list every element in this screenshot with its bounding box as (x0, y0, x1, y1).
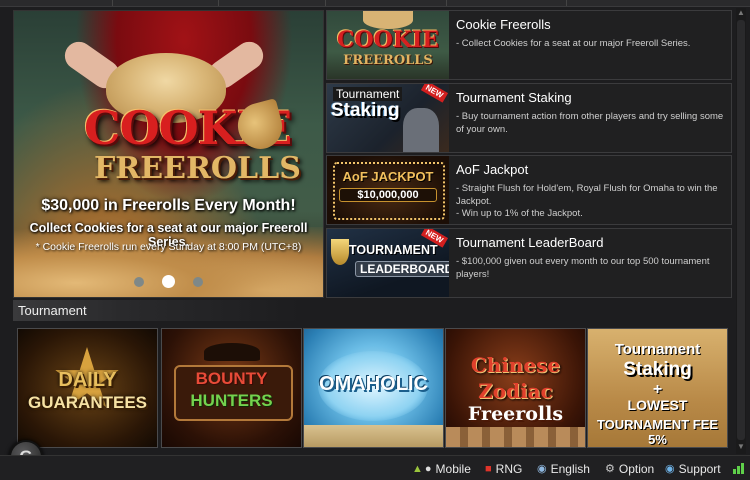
hero-footnote: * Cookie Freerolls run every Sunday at 8… (35, 241, 302, 253)
footer-support[interactable]: ◉ Support (665, 461, 721, 476)
footer-label: English (550, 461, 590, 476)
promo-item-cookie-freerolls[interactable]: COOKIE FREEROLLS Cookie Freerolls - Coll… (326, 10, 732, 80)
footer-label: Option (618, 461, 655, 476)
hero-headline: $30,000 in Freerolls Every Month! (41, 197, 296, 214)
footer-option[interactable]: ⚙ Option (605, 461, 655, 476)
promo-desc-line: - Straight Flush for Hold'em, Royal Flus… (456, 183, 718, 207)
tile-text: Tournament (614, 341, 701, 358)
tab-divider (566, 0, 567, 6)
scroll-down-arrow-icon[interactable]: ▼ (736, 442, 746, 452)
tournament-tiles: DAILY GUARANTEES BOUNTY HUNTERS OMAHOLIC… (17, 328, 730, 448)
tile-text: Staking (623, 359, 692, 380)
globe-icon: ◉ (537, 463, 547, 476)
tile-omaholic[interactable]: OMAHOLIC (303, 328, 444, 448)
thumb-text: Staking (331, 100, 400, 121)
footer-rng[interactable]: ■ RNG (485, 461, 523, 476)
promo-desc-line: - Collect Cookies for a seat at our majo… (456, 38, 691, 49)
promo-item-tournament-leaderboard[interactable]: TOURNAMENT LEADERBOARD NEW Tournament Le… (326, 228, 732, 298)
tile-text: GUARANTEES (27, 393, 147, 412)
thumb-text: AoF JACKPOT (342, 169, 434, 184)
footer-label: Mobile (435, 461, 471, 476)
tile-text: Chinese (470, 353, 561, 377)
tile-text: HUNTERS (190, 391, 273, 410)
tab-divider (112, 0, 113, 6)
trophy-icon (331, 239, 349, 265)
zodiac-animals (446, 427, 585, 447)
tile-text: Zodiac (478, 379, 553, 403)
promo-title: Tournament LeaderBoard (456, 235, 604, 250)
carousel-dot-2[interactable] (162, 275, 175, 289)
signal-strength-icon (733, 460, 747, 474)
tournament-section-header: Tournament (13, 300, 730, 321)
thumb-text: LEADERBOARD (355, 261, 449, 277)
sand-strip (304, 425, 443, 447)
tile-text: OMAHOLIC (319, 373, 428, 395)
apple-icon: ● (424, 462, 432, 475)
tab-divider (218, 0, 219, 6)
tile-text: LOWEST (627, 397, 688, 413)
tab-divider (446, 0, 447, 6)
support-icon: ◉ (665, 463, 675, 476)
promo-description: - $100,000 given out every month to our … (456, 256, 728, 281)
mobile-icon: ▲ (412, 462, 423, 475)
promo-thumbnail: TOURNAMENT LEADERBOARD NEW (327, 229, 449, 297)
footer-label: RNG (495, 461, 523, 476)
tile-text: BOUNTY (195, 369, 268, 388)
footer-language[interactable]: ◉ English (537, 461, 590, 476)
gear-icon: ⚙ (605, 463, 615, 476)
carousel-dot-3[interactable] (193, 276, 203, 287)
promo-thumbnail: AoF JACKPOT $10,000,000 (327, 156, 449, 224)
promo-title: AoF Jackpot (456, 162, 529, 177)
thumb-text: TOURNAMENT (349, 243, 438, 257)
tile-text: DAILY (58, 369, 117, 391)
new-badge: NEW (421, 84, 449, 103)
promo-thumbnail: COOKIE FREEROLLS (327, 11, 449, 79)
tile-daily-guarantees[interactable]: DAILY GUARANTEES (17, 328, 158, 448)
promo-desc-line: - Win up to 1% of the Jackpot. (456, 208, 583, 219)
promo-description: - Collect Cookies for a seat at our majo… (456, 38, 728, 51)
thumb-text: FREEROLLS (343, 53, 433, 68)
promo-title: Cookie Freerolls (456, 17, 551, 32)
promo-item-tournament-staking[interactable]: Tournament Staking NEW Tournament Stakin… (326, 83, 732, 153)
dice-icon: ■ (485, 462, 492, 475)
promo-thumbnail: Tournament Staking NEW (327, 84, 449, 152)
footer-bar: ▲ ● Mobile ■ RNG ◉ English ⚙ Option ◉ Support (0, 455, 750, 480)
promo-item-aof-jackpot[interactable]: AoF JACKPOT $10,000,000 AoF Jackpot - St… (326, 155, 732, 225)
carousel-dots (14, 273, 323, 291)
scroll-up-arrow-icon[interactable]: ▲ (736, 8, 746, 18)
thumb-text: COOKIE (336, 27, 440, 53)
hero-logo-freerolls: FREEROLLS (94, 151, 301, 186)
tab-divider (325, 0, 326, 6)
scrollbar-thumb[interactable] (737, 20, 745, 440)
tile-bounty-hunters[interactable]: BOUNTY HUNTERS (161, 328, 302, 448)
thumb-text: $10,000,000 (339, 188, 437, 202)
promo-description: - Buy tournament action from other playe… (456, 111, 728, 136)
tile-text: TOURNAMENT FEE 5% (596, 417, 719, 447)
tile-chinese-zodiac-freerolls[interactable]: Chinese Zodiac Freerolls (445, 328, 586, 448)
promo-description: - Straight Flush for Hold'em, Royal Flus… (456, 183, 728, 221)
promo-desc-line: - Buy tournament action from other playe… (456, 111, 724, 135)
player-figure-icon (403, 108, 439, 152)
footer-mobile[interactable]: ▲ ● Mobile (412, 461, 471, 476)
section-title: Tournament (18, 303, 87, 318)
top-tab-strip (0, 0, 750, 7)
carousel-dot-1[interactable] (134, 276, 144, 287)
thumb-text: Tournament (333, 87, 403, 101)
tile-text: Freerolls (467, 403, 564, 425)
hero-banner[interactable]: COOKIE FREEROLLS $30,000 in Freerolls Ev… (13, 10, 324, 298)
footer-label: Support (678, 461, 721, 476)
cowboy-hat-icon (204, 343, 260, 361)
tile-tournament-staking-fee[interactable]: Tournament Staking + LOWEST TOURNAMENT F… (587, 328, 728, 448)
promo-desc-line: - $100,000 given out every month to our … (456, 256, 710, 280)
promo-title: Tournament Staking (456, 90, 572, 105)
